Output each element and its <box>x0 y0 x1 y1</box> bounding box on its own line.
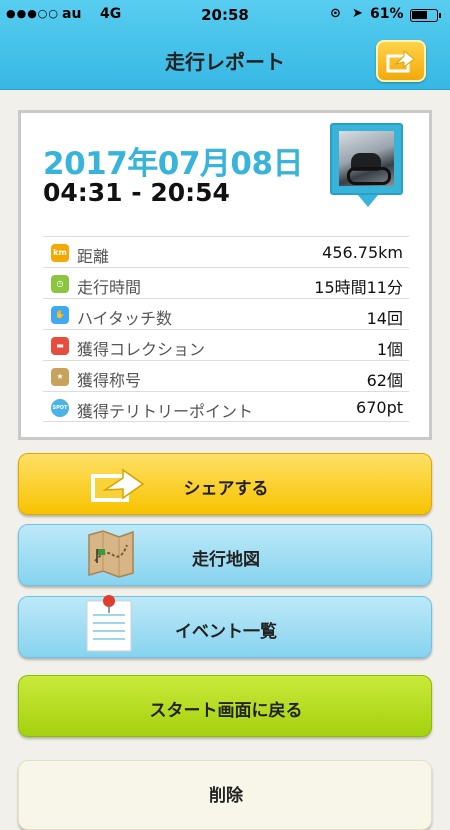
report-card: 2017年07月08日 04:31 - 20:54 km 距離 456.75km ◷ 走… <box>18 110 432 440</box>
stats-list: km 距離 456.75km ◷ 走行時間 15時間11分 ✋ ハイタッチ数 14回 ▬ 獲得コレク… <box>43 236 409 422</box>
app-header: ●●●○○ au 4G 20:58 ⊙ ➤ 61% 走行レポート <box>0 0 450 90</box>
stat-row: ▬ 獲得コレクション 1個 <box>43 329 409 360</box>
stat-row: km 距離 456.75km <box>43 236 409 267</box>
spot-icon: SPOT <box>51 399 69 417</box>
stat-label: 走行時間 <box>77 278 142 297</box>
header-share-button[interactable] <box>376 40 426 82</box>
stat-label: 獲得称号 <box>77 371 142 390</box>
stat-value: 15時間11分 <box>314 278 403 297</box>
pin-tip <box>358 195 378 207</box>
stat-label: 距離 <box>77 247 110 266</box>
stat-label: ハイタッチ数 <box>77 309 173 328</box>
back-to-start-button[interactable]: スタート画面に戻る <box>18 675 432 737</box>
battery-icon <box>410 9 441 22</box>
stat-value: 456.75km <box>322 243 403 262</box>
car-icon: ▬ <box>51 337 69 355</box>
report-date: 2017年07月08日 <box>43 146 304 182</box>
route-map-button-label: 走行地図 <box>192 550 260 570</box>
rotation-lock-icon: ⊙ <box>330 6 341 21</box>
battery-fill <box>412 11 427 19</box>
stat-row: ◷ 走行時間 15時間11分 <box>43 267 409 298</box>
status-bar: ●●●○○ au 4G 20:58 ⊙ ➤ 61% <box>0 0 450 30</box>
stat-label: 獲得コレクション <box>77 340 206 359</box>
hand-wave-icon: ✋ <box>51 306 69 324</box>
distance-km-icon: km <box>51 244 69 262</box>
stat-value: 62個 <box>366 371 403 390</box>
stat-value: 1個 <box>376 340 403 359</box>
stat-value: 14回 <box>366 309 403 328</box>
report-time-range: 04:31 - 20:54 <box>43 178 230 207</box>
stat-value: 670pt <box>356 398 403 417</box>
share-button-label: シェアする <box>183 479 269 499</box>
stat-row: SPOT 獲得テリトリーポイント 670pt <box>43 391 409 422</box>
route-map-button[interactable]: 走行地図 <box>18 524 432 586</box>
share-button[interactable]: シェアする <box>18 453 432 515</box>
share-arrow-icon <box>386 49 415 73</box>
battery-percent: 61% <box>370 6 404 22</box>
stat-label: 獲得テリトリーポイント <box>77 402 254 421</box>
motorcycle-photo <box>339 131 394 186</box>
clock-icon: ◷ <box>51 275 69 293</box>
back-to-start-button-label: スタート画面に戻る <box>149 701 303 721</box>
medal-icon: ★ <box>51 368 69 386</box>
stat-row: ✋ ハイタッチ数 14回 <box>43 298 409 329</box>
stat-row: ★ 獲得称号 62個 <box>43 360 409 391</box>
event-list-button[interactable]: イベント一覧 <box>18 595 432 658</box>
event-list-button-label: イベント一覧 <box>175 622 277 642</box>
delete-button[interactable]: 削除 <box>18 760 432 830</box>
location-arrow-icon: ➤ <box>352 6 363 21</box>
photo-pin[interactable] <box>330 123 403 207</box>
delete-button-label: 削除 <box>209 786 243 806</box>
